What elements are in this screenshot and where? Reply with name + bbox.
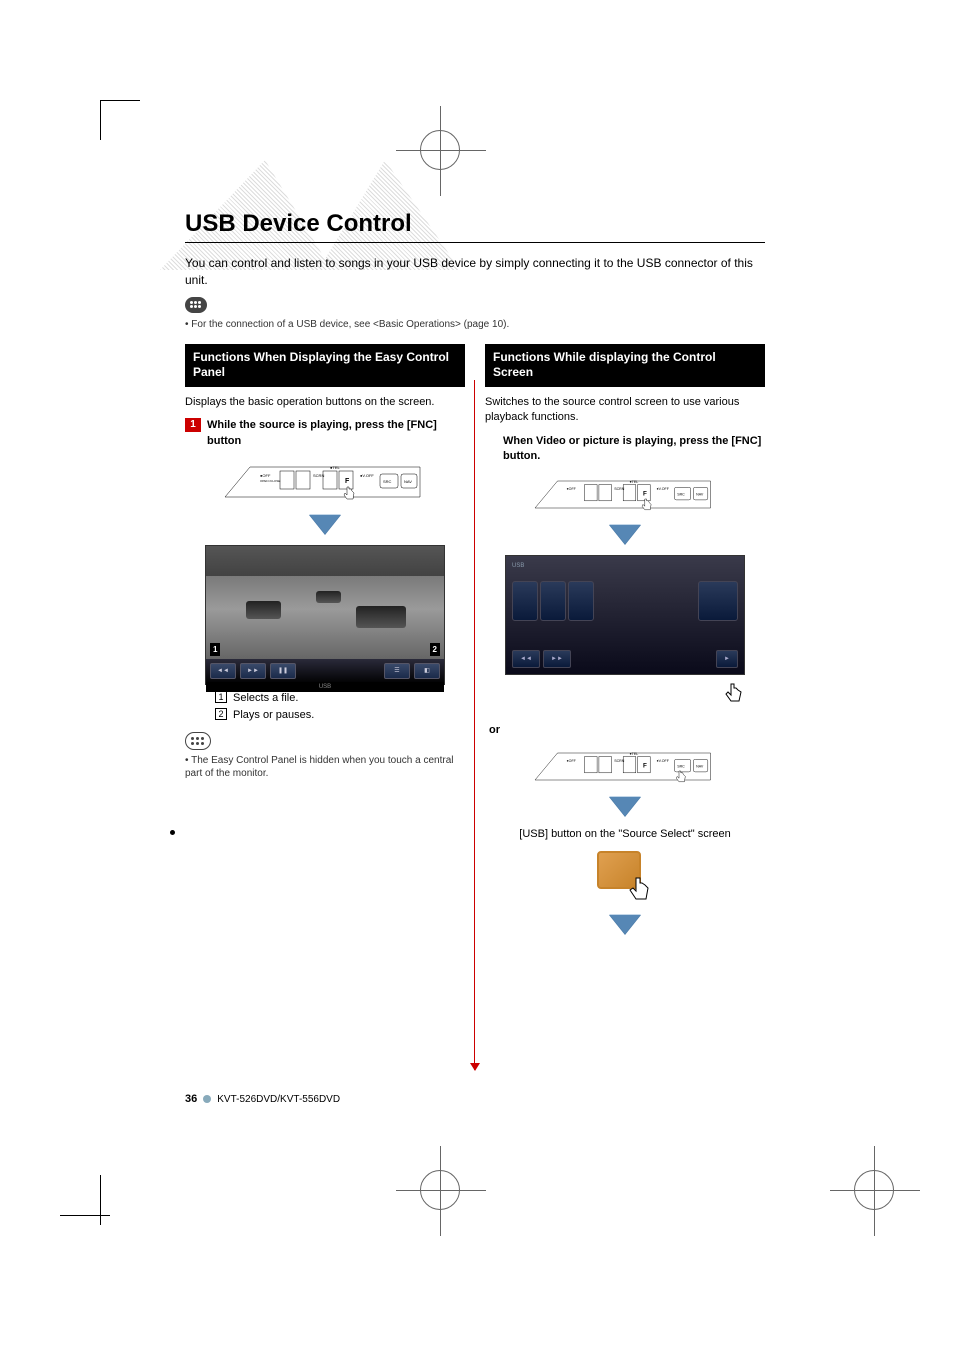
svg-text:●TEL: ●TEL [630,480,639,484]
svg-text:SCRN: SCRN [614,759,625,763]
svg-text:●TEL: ●TEL [330,465,341,470]
svg-text:F: F [643,763,647,770]
control-screen: USB ◄◄ ►► ► [505,555,745,675]
legend-2-num: 2 [215,708,227,720]
left-column: Functions When Displaying the Easy Contr… [185,344,465,953]
svg-text:SRC: SRC [383,479,392,484]
arrow-down-icon-4 [609,915,641,935]
left-section-header: Functions When Displaying the Easy Contr… [185,344,465,387]
page-footer: 36 KVT-526DVD/KVT-556DVD [185,1093,340,1105]
step-number-1: 1 [185,418,201,432]
or-text: or [489,723,765,738]
svg-text:●TEL: ●TEL [630,752,639,756]
svg-text:SRC: SRC [677,765,685,769]
page-title: USB Device Control [185,210,765,238]
legend-1-text: Selects a file. [233,691,298,706]
note-icon [185,297,207,313]
device-panel-illustration: ●OFF OPEN /CLOSE SCRN ●TEL ●V.OFF SRC NA… [220,457,430,507]
footer-model: KVT-526DVD/KVT-556DVD [217,1094,340,1105]
svg-text:SCRN: SCRN [614,487,625,491]
svg-text:F: F [643,491,647,498]
footer-dot-icon [203,1095,211,1103]
arrow-down-icon-2 [609,525,641,545]
device-panel-illustration-2: ●OFF SCRN ●TEL ●V.OFF SRC NAV F [530,472,720,517]
right-section-header: Functions While displaying the Control S… [485,344,765,387]
right-body-1: Switches to the source control screen to… [485,395,765,426]
source-select-button-icon [595,849,655,909]
page-number: 36 [185,1093,197,1105]
svg-text:NAV: NAV [696,765,704,769]
usb-button-caption: [USB] button on the "Source Select" scre… [485,827,765,842]
svg-text:●OFF: ●OFF [260,473,271,478]
svg-text:SCRN: SCRN [313,473,324,478]
svg-text:NAV: NAV [404,479,412,484]
easy-panel-note: • The Easy Control Panel is hidden when … [185,754,465,780]
svg-text:●OFF: ●OFF [567,759,577,763]
intro-text: You can control and listen to songs in y… [185,255,765,289]
right-step-text: When Video or picture is playing, press … [503,434,765,465]
page-content: USB Device Control You can control and l… [185,210,765,953]
note-connection: • For the connection of a USB device, se… [185,319,765,330]
step-1-text: While the source is playing, press the [… [207,418,465,449]
device-panel-illustration-3: ●OFF SCRN ●TEL ●V.OFF SRC NAV F [530,744,720,789]
legend-1-num: 1 [215,691,227,703]
svg-text:●V.OFF: ●V.OFF [657,759,670,763]
arrow-down-icon [309,515,341,535]
svg-text:SRC: SRC [677,493,685,497]
legend-2-text: Plays or pauses. [233,708,314,723]
svg-text:●V.OFF: ●V.OFF [657,487,670,491]
arrow-down-icon-3 [609,797,641,817]
svg-text:NAV: NAV [696,493,704,497]
note-icon-outline [185,732,211,750]
svg-text:●V.OFF: ●V.OFF [360,473,374,478]
margin-dot [170,830,175,835]
column-divider-arrow [474,380,475,1070]
svg-text:●OFF: ●OFF [567,487,577,491]
svg-text:OPEN /CLOSE: OPEN /CLOSE [260,479,280,483]
svg-text:F: F [345,478,350,485]
easy-control-screen: 1 2 ◄◄ ►► ❚❚ ☰ ◧ USB [205,545,445,685]
right-column: Functions While displaying the Control S… [485,344,765,953]
hand-cursor-icon [723,681,745,707]
left-body-1: Displays the basic operation buttons on … [185,395,465,410]
